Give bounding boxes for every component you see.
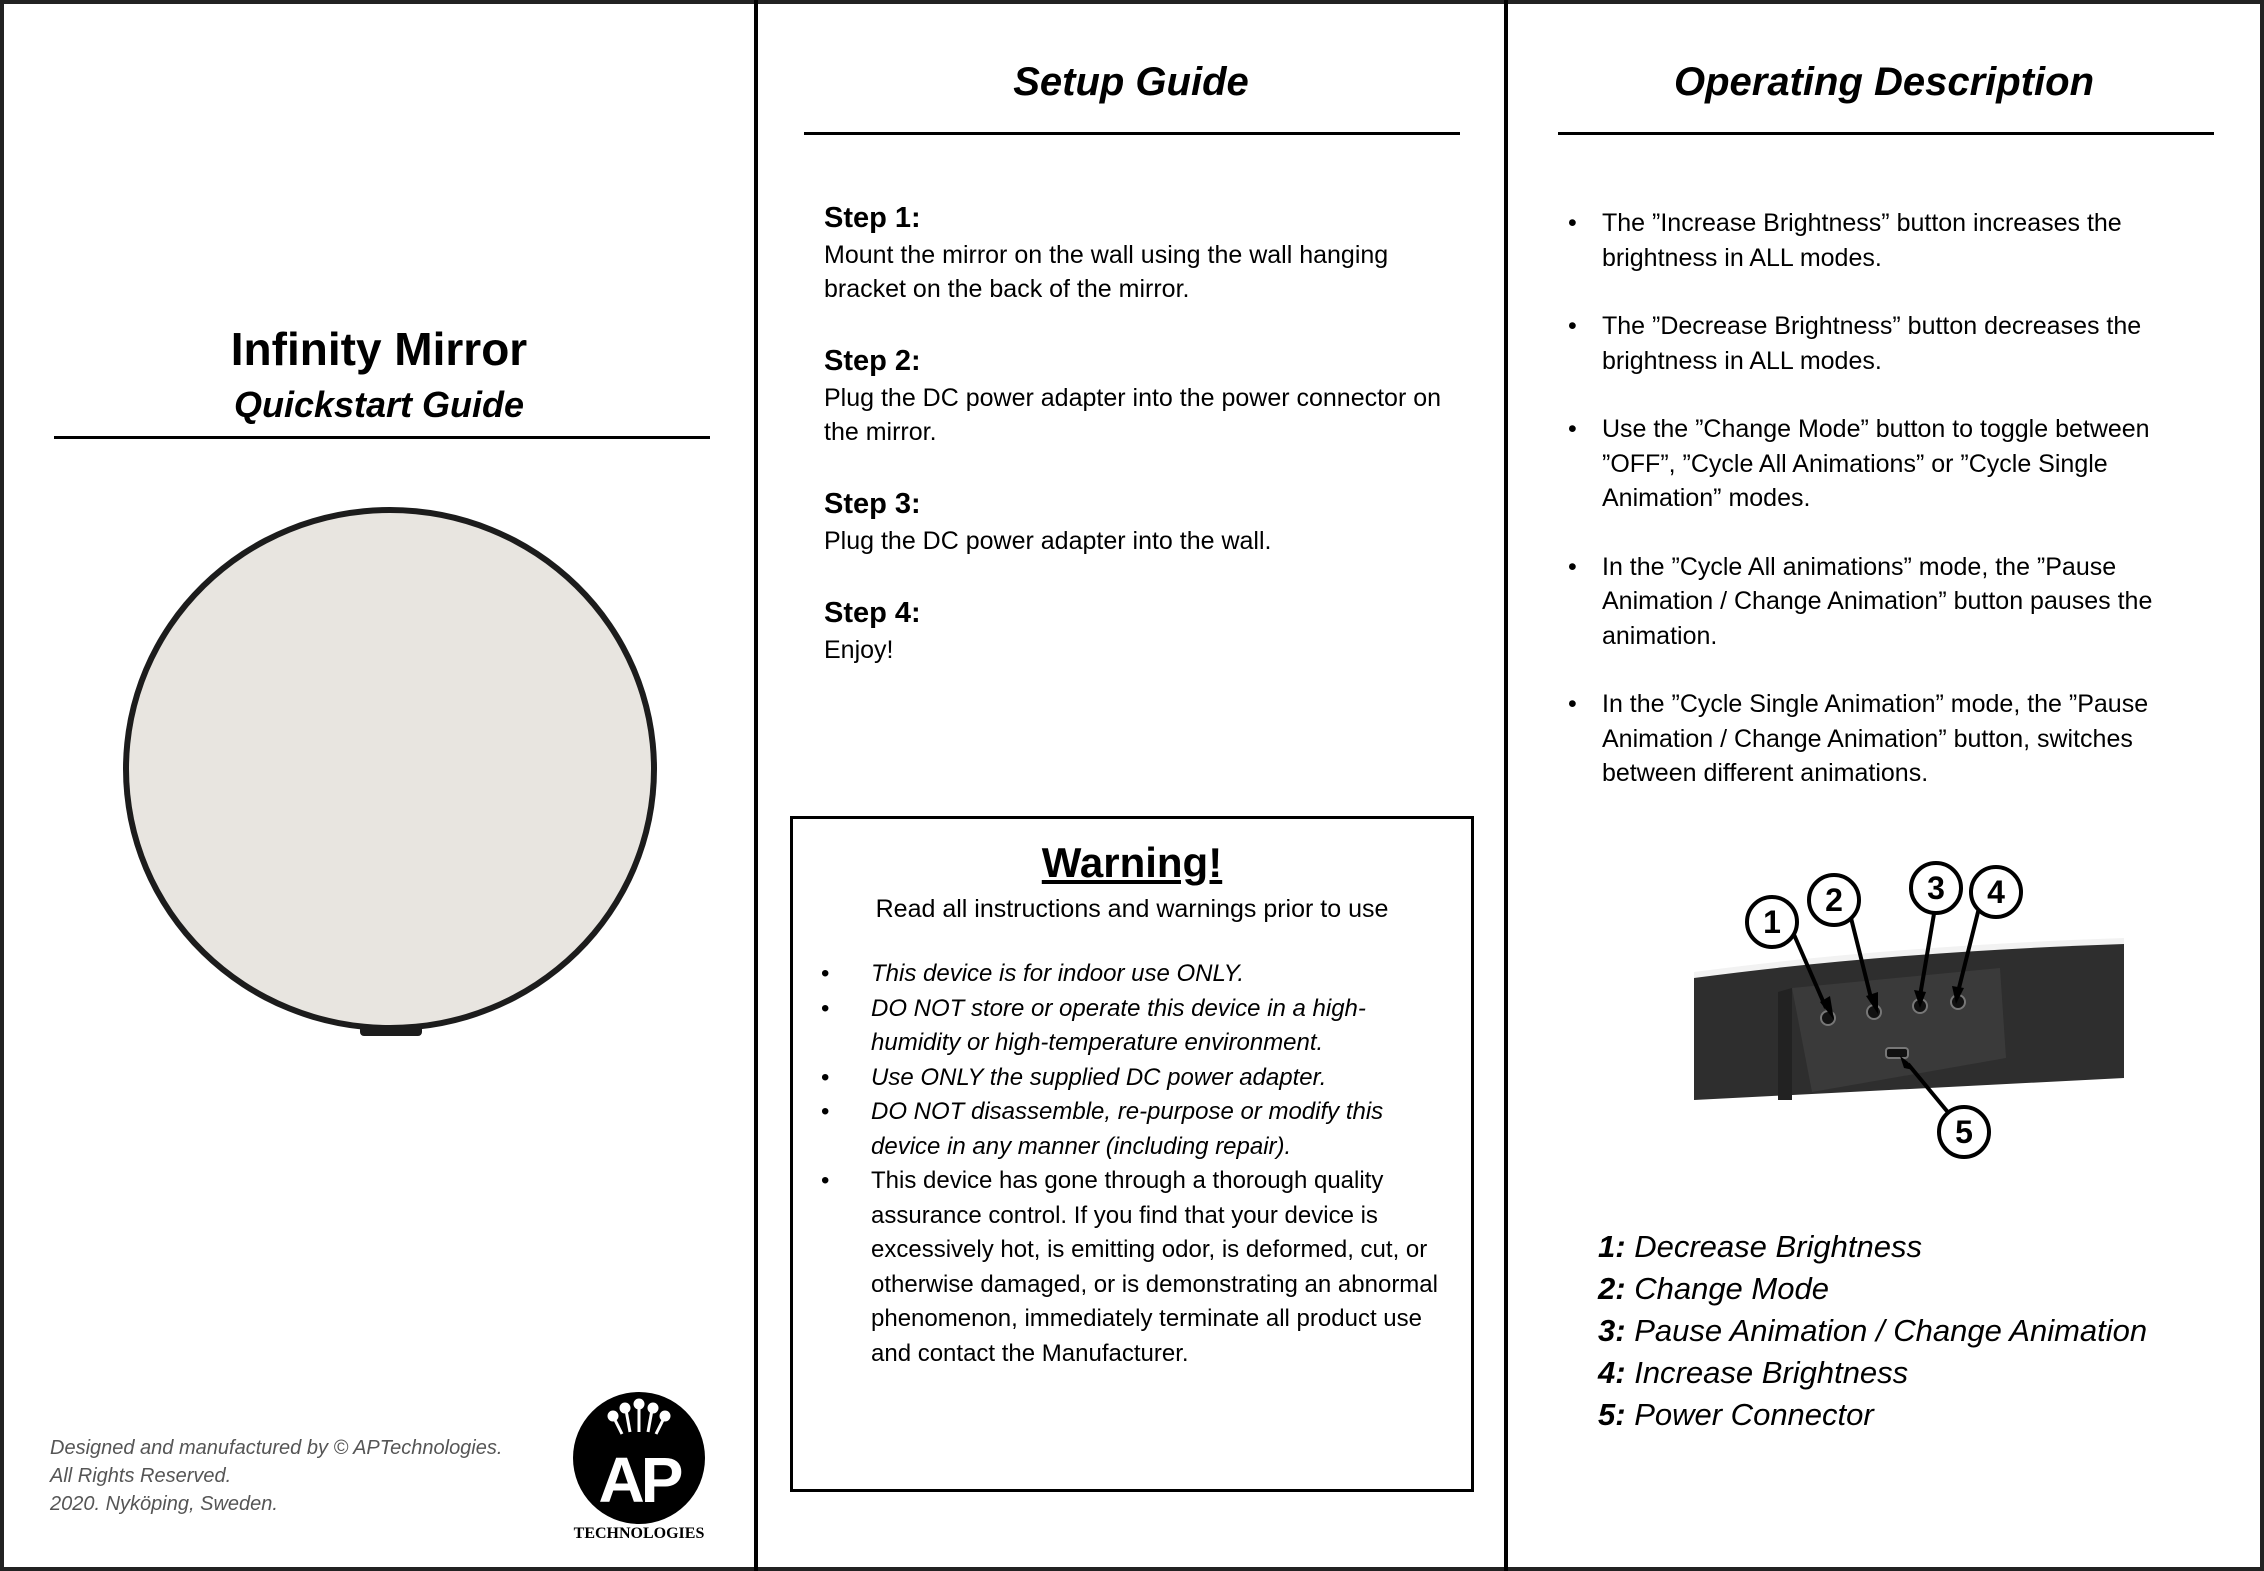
warning-title: Warning! (1041, 839, 1223, 886)
setup-step: Step 3: Plug the DC power adapter into t… (824, 484, 1464, 558)
legend-item: 2: Change Mode (1598, 1271, 1829, 1306)
mirror-image (123, 507, 657, 1036)
step-text: Enjoy! (824, 636, 894, 664)
step-title: Step 1: (824, 202, 921, 234)
bullet-icon: • (821, 960, 830, 987)
warning-item: • DO NOT store or operate this device in … (817, 992, 1447, 1061)
setup-heading: Setup Guide (1013, 60, 1249, 104)
cover-panel: Infinity Mirror Quickstart Guide Designe… (4, 4, 754, 1567)
warning-item: • This device has gone through a thorough… (817, 1164, 1447, 1371)
bullet-icon: • (1568, 209, 1577, 237)
operating-item: • Use the ”Change Mode” button to toggle … (1564, 412, 2224, 516)
bullet-icon: • (1568, 415, 1577, 443)
bullet-icon: • (821, 1098, 830, 1125)
logo-mark: AP (599, 1444, 682, 1516)
operating-item: • In the ”Cycle Single Animation” mode, t… (1564, 687, 2224, 791)
step-title: Step 3: (824, 488, 921, 520)
bullet-icon: • (1568, 312, 1577, 340)
operating-panel: Operating Description • The ”Increase Bri… (1508, 4, 2260, 1567)
setup-step: Step 1: Mount the mirror on the wall usi… (824, 198, 1464, 306)
warning-box: Warning! Read all instructions and warni… (790, 816, 1474, 1492)
setup-steps: Step 1: Mount the mirror on the wall usi… (824, 198, 1464, 702)
callout-5: 5 (1955, 1114, 1973, 1150)
button-panel-diagram: 1 2 3 4 5 (1694, 861, 2124, 1159)
warning-item: • Use ONLY the supplied DC power adapter. (817, 1061, 1447, 1096)
step-text: Plug the DC power adapter into the power… (824, 384, 1442, 446)
legend-item: 3: Pause Animation / Change Animation (1598, 1313, 2148, 1348)
panel-shadow (1778, 988, 1792, 1100)
cover-subtitle: Quickstart Guide (233, 384, 525, 425)
operating-list: • The ”Increase Brightness” button increa… (1564, 206, 2224, 825)
operating-item: • The ”Decrease Brightness” button decrea… (1564, 309, 2224, 378)
bullet-icon: • (821, 1063, 830, 1091)
legend-item: 4: Increase Brightness (1598, 1355, 1909, 1390)
operating-item: • The ”Increase Brightness” button increa… (1564, 206, 2224, 275)
operating-item: • In the ”Cycle All animations” mode, the… (1564, 550, 2224, 654)
step-title: Step 4: (824, 597, 921, 629)
footer-line: 2020. Nyköping, Sweden. (50, 1493, 278, 1515)
warning-item: • DO NOT disassemble, re-purpose or modif… (817, 1095, 1447, 1164)
step-text: Plug the DC power adapter into the wall. (824, 527, 1272, 555)
logo-caption: TECHNOLOGIES (574, 1525, 705, 1542)
operating-heading: Operating Description (1673, 60, 2095, 104)
bullet-icon: • (821, 994, 830, 1022)
legend-item: 5: Power Connector (1598, 1397, 1874, 1432)
step-text: Mount the mirror on the wall using the w… (824, 241, 1389, 303)
callout-1: 1 (1763, 904, 1781, 940)
warning-subtitle: Read all instructions and warnings prior… (875, 895, 1389, 923)
heading-divider (1558, 132, 2214, 135)
power-port (1885, 1047, 1909, 1059)
heading-divider (804, 132, 1460, 135)
step-title: Step 2: (824, 345, 921, 377)
callout-3: 3 (1927, 870, 1945, 906)
setup-panel: Setup Guide Step 1: Mount the mirror on … (758, 4, 1504, 1567)
callout-4: 4 (1987, 874, 2005, 910)
cover-title: Infinity Mirror (230, 323, 528, 375)
bullet-icon: • (1568, 552, 1577, 581)
mirror-face (129, 513, 651, 1025)
copyright-note: Designed and manufactured by © APTechnol… (50, 1434, 570, 1518)
setup-step: Step 2: Plug the DC power adapter into t… (824, 341, 1464, 449)
footer-line: Designed and manufactured by © APTechnol… (50, 1437, 503, 1459)
ap-technologies-logo: AP TECHNOLOGIES (573, 1392, 705, 1542)
bullet-icon: • (821, 1167, 830, 1194)
footer-line: All Rights Reserved. (50, 1465, 232, 1487)
title-divider (54, 436, 710, 439)
callout-2: 2 (1825, 882, 1843, 918)
warning-item: • This device is for indoor use ONLY. (817, 957, 1447, 992)
setup-step: Step 4: Enjoy! (824, 593, 1464, 667)
warning-list: • This device is for indoor use ONLY. • DO… (817, 957, 1447, 1371)
legend-item: 1: Decrease Brightness (1598, 1229, 1922, 1264)
button-legend: 1: Decrease Brightness 2: Change Mode 3:… (1598, 1226, 2238, 1436)
bullet-icon: • (1568, 690, 1577, 718)
